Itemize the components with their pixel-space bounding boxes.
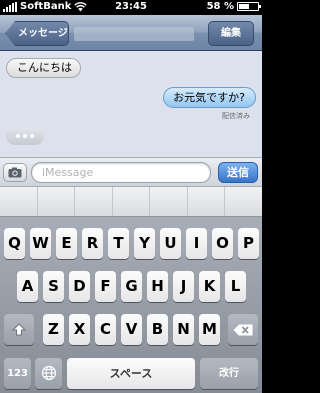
candidate-slot[interactable] bbox=[188, 187, 226, 216]
key-p[interactable]: P bbox=[238, 228, 259, 259]
shift-key[interactable] bbox=[4, 314, 34, 345]
key-h[interactable]: H bbox=[147, 271, 168, 302]
key-f[interactable]: F bbox=[95, 271, 116, 302]
delivered-status: 配信済み bbox=[222, 112, 250, 120]
input-bar: iMessage 送信 bbox=[0, 157, 262, 186]
battery-percent: 58 % bbox=[206, 1, 234, 12]
candidate-slot[interactable] bbox=[225, 187, 262, 216]
camera-button[interactable] bbox=[3, 163, 27, 182]
back-button[interactable]: メッセージ bbox=[5, 21, 69, 46]
key-q[interactable]: Q bbox=[4, 228, 25, 259]
key-t[interactable]: T bbox=[108, 228, 129, 259]
send-button[interactable]: 送信 bbox=[218, 162, 258, 183]
globe-icon bbox=[41, 365, 56, 381]
key-y[interactable]: Y bbox=[134, 228, 155, 259]
candidate-slot[interactable] bbox=[150, 187, 188, 216]
key-d[interactable]: D bbox=[69, 271, 90, 302]
edit-button[interactable]: 編集 bbox=[208, 21, 254, 46]
status-right: 58 % bbox=[206, 1, 261, 12]
key-j[interactable]: J bbox=[173, 271, 194, 302]
battery-fill bbox=[239, 4, 250, 9]
key-r[interactable]: R bbox=[82, 228, 103, 259]
nav-title-redacted bbox=[74, 27, 194, 41]
key-m[interactable]: M bbox=[199, 314, 220, 345]
message-input[interactable]: iMessage bbox=[31, 162, 211, 183]
key-k[interactable]: K bbox=[199, 271, 220, 302]
candidate-slot[interactable] bbox=[0, 187, 38, 216]
typing-indicator-icon bbox=[6, 127, 44, 145]
delete-key[interactable] bbox=[228, 314, 258, 345]
backspace-icon bbox=[233, 324, 253, 336]
candidate-slot[interactable] bbox=[113, 187, 151, 216]
key-i[interactable]: I bbox=[186, 228, 207, 259]
outgoing-message-bubble[interactable]: お元気ですか? bbox=[163, 87, 256, 108]
status-bar: SoftBank 23:45 58 % bbox=[0, 0, 262, 15]
key-s[interactable]: S bbox=[43, 271, 64, 302]
numbers-key[interactable]: 123 bbox=[4, 358, 31, 389]
key-a[interactable]: A bbox=[17, 271, 38, 302]
key-w[interactable]: W bbox=[30, 228, 51, 259]
camera-icon bbox=[8, 167, 22, 178]
space-key[interactable]: スペース bbox=[67, 358, 195, 389]
key-z[interactable]: Z bbox=[43, 314, 64, 345]
candidate-bar[interactable] bbox=[0, 186, 262, 217]
key-o[interactable]: O bbox=[212, 228, 233, 259]
shift-arrow-icon bbox=[11, 323, 27, 336]
key-b[interactable]: B bbox=[147, 314, 168, 345]
key-x[interactable]: X bbox=[69, 314, 90, 345]
return-key[interactable]: 改行 bbox=[200, 358, 258, 389]
key-g[interactable]: G bbox=[121, 271, 142, 302]
key-v[interactable]: V bbox=[121, 314, 142, 345]
key-n[interactable]: N bbox=[173, 314, 194, 345]
candidate-slot[interactable] bbox=[38, 187, 76, 216]
nav-bar: メッセージ 編集 bbox=[0, 15, 262, 51]
key-l[interactable]: L bbox=[225, 271, 246, 302]
key-u[interactable]: U bbox=[160, 228, 181, 259]
key-e[interactable]: E bbox=[56, 228, 77, 259]
candidate-slot[interactable] bbox=[75, 187, 113, 216]
key-c[interactable]: C bbox=[95, 314, 116, 345]
incoming-message-bubble[interactable]: こんにちは bbox=[6, 58, 81, 78]
keyboard: Q W E R T Y U I O P A S D F G H J K L Z … bbox=[0, 217, 262, 393]
message-list[interactable]: こんにちは お元気ですか? 配信済み bbox=[0, 51, 262, 157]
globe-key[interactable] bbox=[35, 358, 62, 389]
battery-icon bbox=[237, 2, 261, 11]
